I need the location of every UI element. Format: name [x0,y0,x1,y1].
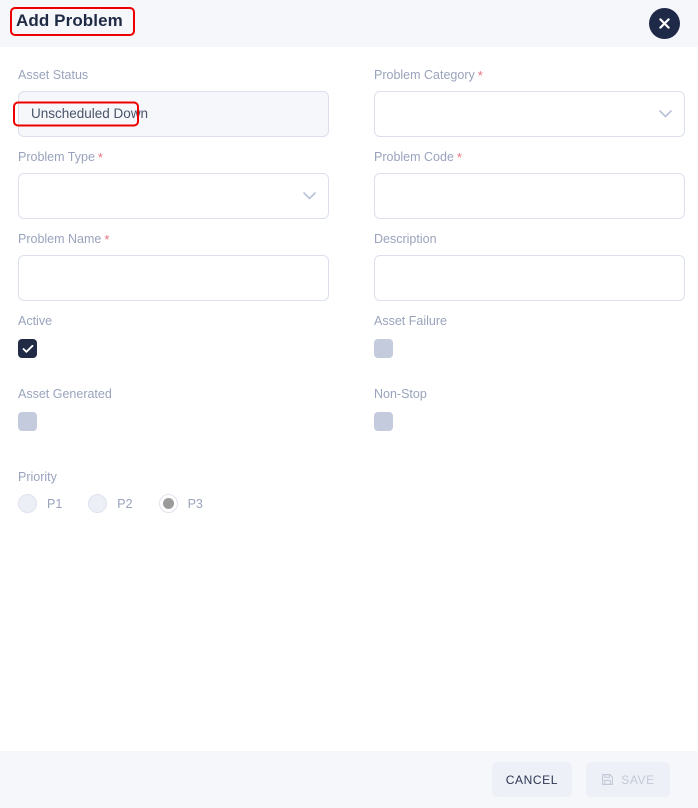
label-asset-failure: Asset Failure [374,313,698,329]
label-non-stop: Non-Stop [374,386,698,402]
close-button[interactable] [649,8,680,39]
label-priority: Priority [18,469,360,485]
required-asterisk: * [456,150,462,165]
field-asset-failure: Asset Failure [374,313,698,358]
label-description-text: Description [374,232,437,246]
label-problem-category-text: Problem Category [374,68,475,82]
label-problem-code-text: Problem Code [374,150,454,164]
chevron-down-icon [659,110,672,118]
label-problem-type-text: Problem Type [18,150,95,164]
asset-status-value: Unscheduled Down [31,106,149,121]
priority-label-p3: P3 [187,496,203,511]
field-problem-type: Problem Type * [18,149,360,219]
field-asset-generated: Asset Generated [18,386,360,431]
field-problem-category: Problem Category * [374,67,698,137]
label-priority-text: Priority [18,470,57,484]
required-asterisk: * [97,150,103,165]
radio-dot-p3 [158,494,178,513]
label-problem-name: Problem Name * [18,231,360,247]
field-active: Active [18,313,360,358]
close-x-icon [659,18,670,29]
label-asset-generated: Asset Generated [18,386,360,402]
label-active: Active [18,313,360,329]
field-problem-code: Problem Code * [374,149,698,219]
checkmark-icon [22,344,34,354]
save-button-label: SAVE [621,772,655,787]
cancel-button[interactable]: CANCEL [491,762,572,797]
label-description: Description [374,231,698,247]
priority-label-p2: P2 [117,496,133,511]
label-problem-code: Problem Code * [374,149,698,165]
dialog-footer: CANCEL SAVE [0,751,698,808]
problem-name-input[interactable] [18,255,329,301]
problem-type-select[interactable] [18,173,329,219]
label-problem-name-text: Problem Name [18,232,102,246]
asset-failure-checkbox[interactable] [374,339,393,358]
save-button[interactable]: SAVE [586,762,670,797]
non-stop-checkbox[interactable] [374,412,393,431]
cancel-button-label: CANCEL [505,772,558,787]
problem-category-select[interactable] [374,91,685,137]
chevron-down-icon [303,192,316,200]
field-non-stop: Non-Stop [374,386,698,431]
label-problem-type: Problem Type * [18,149,360,165]
required-asterisk: * [104,232,110,247]
dialog-header: Add Problem [0,0,698,47]
description-input[interactable] [374,255,685,301]
priority-option-p1[interactable]: P1 [18,494,62,513]
active-checkbox[interactable] [18,339,37,358]
label-problem-category: Problem Category * [374,67,698,83]
floppy-disk-save-icon [601,773,614,786]
field-description: Description [374,231,698,301]
priority-option-p2[interactable]: P2 [88,494,133,513]
asset-generated-checkbox[interactable] [18,412,37,431]
label-non-stop-text: Non-Stop [374,387,427,401]
label-asset-status: Asset Status [18,67,360,83]
field-problem-name: Problem Name * [18,231,360,301]
form-grid: Asset Status Unscheduled Down Problem Ca… [13,67,685,513]
problem-code-input[interactable] [374,173,685,219]
page-title: Add Problem [16,11,123,30]
required-asterisk: * [477,68,483,83]
label-active-text: Active [18,314,53,328]
label-asset-generated-text: Asset Generated [18,387,112,401]
radio-dot-p1 [18,494,37,513]
field-priority: Priority P1 P2 P3 [18,469,360,513]
field-asset-status: Asset Status Unscheduled Down [13,67,360,137]
label-asset-failure-text: Asset Failure [374,314,447,328]
dialog-body: Asset Status Unscheduled Down Problem Ca… [0,47,698,751]
priority-label-p1: P1 [47,496,63,511]
asset-status-input[interactable]: Unscheduled Down [13,91,329,137]
priority-radio-group: P1 P2 P3 [18,494,360,513]
label-asset-status-text: Asset Status [18,68,89,82]
priority-option-p3[interactable]: P3 [158,494,203,513]
add-problem-dialog: Add Problem Asset Status Unscheduled Dow… [0,0,698,808]
radio-dot-p2 [88,494,108,513]
